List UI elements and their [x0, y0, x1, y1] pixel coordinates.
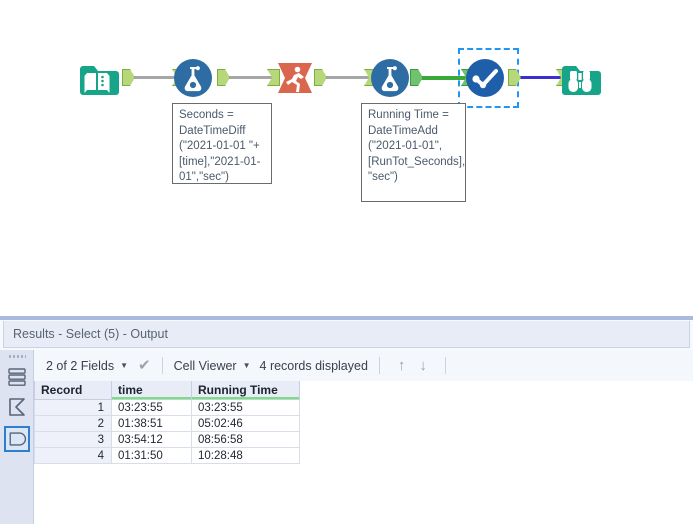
results-title-text: Results - Select (5) - Output [13, 327, 168, 341]
cell-running-time[interactable]: 05:02:46 [191, 415, 300, 432]
browse-tool[interactable] [558, 56, 602, 100]
anchor-output-running-total[interactable] [508, 69, 521, 86]
results-toolbar: 2 of 2 Fields ▼ ✔ Cell Viewer ▼ 4 record… [34, 350, 693, 381]
table-row[interactable]: 1 03:23:55 03:23:55 [34, 399, 300, 416]
cell-time[interactable]: 03:23:55 [111, 399, 192, 416]
results-rail [0, 350, 34, 524]
fields-count-label[interactable]: 2 of 2 Fields [46, 359, 114, 373]
cell-record: 4 [34, 447, 112, 464]
annotation-seconds: Seconds = DateTimeDiff ("2021-01-01 "+ [… [172, 103, 272, 184]
runner-icon [273, 56, 317, 100]
table-row[interactable]: 2 01:38:51 05:02:46 [34, 415, 300, 432]
anchor-output-input-data[interactable] [122, 69, 135, 86]
table-header-row: Record time Running Time [34, 381, 300, 400]
column-header-record[interactable]: Record [34, 381, 112, 400]
running-total-icon [463, 56, 507, 100]
results-panel: Results - Select (5) - Output 2 of 2 Fie… [0, 316, 693, 524]
panel-top-divider [0, 316, 693, 320]
running-total-tool[interactable] [463, 56, 507, 100]
flask-icon [171, 56, 215, 100]
records-displayed-label: 4 records displayed [259, 358, 368, 373]
toolbar-separator-2 [378, 357, 380, 374]
fields-dropdown-caret-icon[interactable]: ▼ [120, 361, 128, 370]
formula-tool-1[interactable] [171, 56, 215, 100]
scroll-down-icon[interactable]: ↓ [419, 358, 427, 373]
input-data-tool[interactable] [76, 56, 120, 100]
toolbar-separator-3 [444, 357, 446, 374]
wire-formula1-to-filter [223, 76, 275, 79]
cell-running-time[interactable]: 10:28:48 [191, 447, 300, 464]
flask-icon [368, 56, 412, 100]
annotation-running-time: Running Time = DateTimeAdd ("2021-01-01"… [361, 103, 466, 202]
filter-tool[interactable] [273, 56, 317, 100]
book-folder-icon [76, 56, 120, 100]
rail-item-data[interactable] [4, 426, 30, 452]
workflow-canvas[interactable]: Seconds = DateTimeDiff ("2021-01-01 "+ [… [0, 0, 693, 316]
cell-record: 2 [34, 415, 112, 432]
cell-time[interactable]: 03:54:12 [111, 431, 192, 448]
cell-time[interactable]: 01:31:50 [111, 447, 192, 464]
results-title-bar: Results - Select (5) - Output [3, 321, 690, 348]
results-body: 2 of 2 Fields ▼ ✔ Cell Viewer ▼ 4 record… [0, 350, 693, 524]
cell-running-time[interactable]: 08:56:58 [191, 431, 300, 448]
column-header-running-time[interactable]: Running Time [191, 381, 300, 400]
table-row[interactable]: 4 01:31:50 10:28:48 [34, 447, 300, 464]
rail-grip-handle[interactable] [8, 354, 26, 359]
cell-record: 3 [34, 431, 112, 448]
table-row[interactable]: 3 03:54:12 08:56:58 [34, 431, 300, 448]
toolbar-separator-1 [161, 357, 163, 374]
cell-viewer-label[interactable]: Cell Viewer [174, 359, 237, 373]
scroll-up-icon[interactable]: ↑ [398, 358, 406, 373]
binoculars-icon [558, 56, 602, 100]
results-grid[interactable]: Record time Running Time 1 03:23:55 03:2… [34, 381, 693, 524]
anchor-output-formula1[interactable] [217, 69, 230, 86]
cell-viewer-caret-icon[interactable]: ▼ [243, 361, 251, 370]
cell-running-time[interactable]: 03:23:55 [191, 399, 300, 416]
cell-record: 1 [34, 399, 112, 416]
apply-check-icon[interactable]: ✔ [138, 358, 151, 373]
column-header-time[interactable]: time [111, 381, 192, 400]
cell-time[interactable]: 01:38:51 [111, 415, 192, 432]
results-table: Record time Running Time 1 03:23:55 03:2… [34, 381, 300, 464]
rail-item-summary[interactable] [4, 394, 30, 420]
formula-tool-2[interactable] [368, 56, 412, 100]
rail-item-table[interactable] [4, 364, 30, 390]
